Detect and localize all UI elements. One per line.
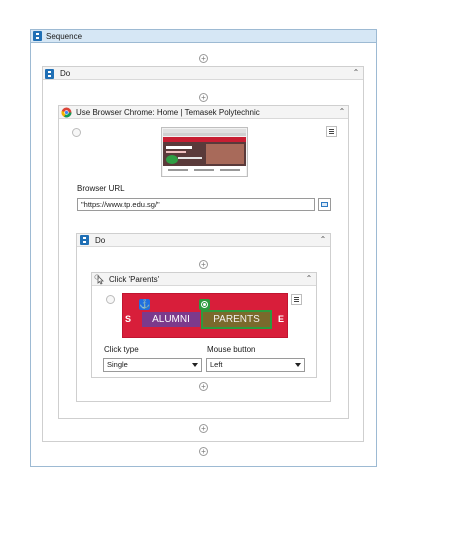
add-activity-icon[interactable]: + <box>199 54 208 63</box>
add-activity-icon[interactable]: + <box>199 382 208 391</box>
add-activity-icon[interactable]: + <box>199 447 208 456</box>
use-browser-title: Use Browser Chrome: Home | Temasek Polyt… <box>76 108 260 117</box>
mouse-button-label: Mouse button <box>207 345 256 354</box>
collapse-icon[interactable]: ⌃ <box>304 274 314 284</box>
sequence-title: Sequence <box>46 32 83 41</box>
do-inner-header[interactable]: Do ⌃ <box>77 234 330 247</box>
dropdown-arrow-icon <box>295 363 301 367</box>
preview-right-letter: E <box>278 314 285 324</box>
browser-url-field[interactable]: "https://www.tp.edu.sg/" <box>77 198 315 211</box>
dropdown-arrow-icon <box>192 363 198 367</box>
click-activity-title: Click 'Parents' <box>109 275 160 284</box>
click-type-value: Single <box>107 360 128 369</box>
sequence-header[interactable]: Sequence <box>30 29 377 43</box>
click-type-label: Click type <box>104 345 139 354</box>
preview-alumni-label: ALUMNI <box>142 312 200 327</box>
mouse-button-select[interactable]: Left <box>206 358 305 372</box>
use-browser-header[interactable]: Use Browser Chrome: Home | Temasek Polyt… <box>59 106 348 119</box>
chrome-icon <box>61 107 72 118</box>
mouse-button-value: Left <box>210 360 223 369</box>
browser-preview-image <box>161 127 248 177</box>
anchor-icon[interactable]: ⚓ <box>139 299 150 310</box>
add-activity-icon[interactable]: + <box>199 260 208 269</box>
click-icon <box>94 274 104 285</box>
collapse-icon[interactable]: ⌃ <box>318 235 328 245</box>
click-activity-header[interactable]: Click 'Parents' ⌃ <box>92 273 316 286</box>
click-type-select[interactable]: Single <box>103 358 202 372</box>
sequence-icon <box>33 31 42 41</box>
target-icon[interactable] <box>199 299 210 310</box>
target-icon[interactable] <box>106 295 115 304</box>
do-outer-header[interactable]: Do ⌃ <box>43 67 363 80</box>
add-activity-icon[interactable]: + <box>199 424 208 433</box>
click-target-preview: S ALUMNI PARENTS E ⚓ <box>122 293 288 338</box>
browse-icon[interactable] <box>318 198 331 211</box>
menu-icon[interactable] <box>291 294 302 305</box>
preview-parents-label: PARENTS <box>201 310 272 329</box>
do-outer-title: Do <box>60 69 71 78</box>
collapse-icon[interactable]: ⌃ <box>337 107 347 117</box>
sequence-icon <box>80 235 89 245</box>
do-inner-title: Do <box>95 236 106 245</box>
target-icon[interactable] <box>72 128 81 137</box>
menu-icon[interactable] <box>326 126 337 137</box>
sequence-icon <box>45 69 54 79</box>
browser-url-label: Browser URL <box>77 184 125 193</box>
preview-left-letter: S <box>125 314 132 324</box>
add-activity-icon[interactable]: + <box>199 93 208 102</box>
collapse-icon[interactable]: ⌃ <box>351 68 361 78</box>
